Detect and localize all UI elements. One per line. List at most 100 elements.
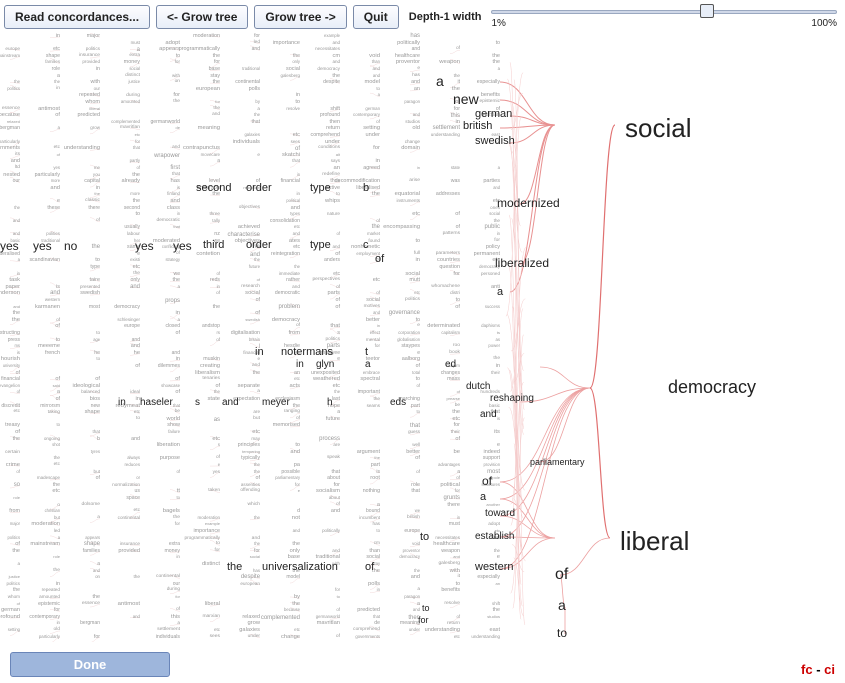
tree-leaf-word: in	[130, 555, 180, 560]
tree-leaf-word: the	[170, 305, 220, 310]
quit-button[interactable]: Quit	[353, 5, 399, 29]
tree-leaf-word: consolidation	[250, 219, 300, 224]
tree-word: swedish	[475, 136, 515, 147]
tree-leaf-word: for	[170, 60, 220, 65]
tree-leaf-word: etc	[250, 225, 300, 230]
tree-leaf-word: the	[210, 258, 260, 262]
tree-word: western	[475, 562, 514, 573]
tree-leaf-word: e	[450, 443, 500, 448]
tree-leaf-word: example	[170, 522, 220, 526]
tree-word: yes	[135, 240, 154, 252]
tree-leaf-word: motives	[330, 305, 380, 310]
grow-tree-left-button[interactable]: <- Grow tree	[156, 5, 248, 29]
tree-hub-word: of	[555, 567, 568, 583]
tree-leaf-word: etc	[290, 384, 340, 390]
tree-leaf-word: to	[410, 298, 460, 303]
tree-leaf-word: for	[410, 423, 460, 428]
tree-leaf-word: power	[450, 344, 500, 348]
tree-leaf-word: in	[0, 272, 20, 276]
tree-visualization[interactable]: inmajormoderationforexamplehasmustadoptl…	[0, 32, 845, 642]
tree-leaf-word: dolsome	[50, 503, 100, 508]
tree-word: the	[227, 562, 242, 573]
fc-label[interactable]: fc	[801, 662, 813, 677]
tree-word: of	[375, 254, 384, 265]
tree-word: b	[363, 183, 369, 194]
tree-leaf-word: shift	[450, 602, 500, 606]
tree-leaf-word: a	[130, 318, 180, 322]
tree-leaf-word: a	[450, 166, 500, 170]
tree-word: t	[365, 347, 368, 358]
tree-leaf-word: for	[130, 595, 180, 599]
tree-leaf-word: etc	[450, 199, 500, 204]
tree-leaf-word: book	[410, 351, 460, 356]
tree-leaf-word: dipole	[450, 476, 500, 480]
tree-leaf-word: about	[290, 496, 340, 500]
tree-leaf-word: especially	[450, 575, 500, 580]
tree-leaf-word: and	[130, 199, 180, 205]
tree-leaf-word: meaning	[170, 126, 220, 132]
tree-leaf-word: european	[210, 582, 260, 587]
tree-leaf-word: distinct	[170, 562, 220, 568]
tree-leaf-word: aalborg	[370, 357, 420, 363]
tree-leaf-word: of	[0, 470, 20, 474]
tree-leaf-word: parties	[450, 179, 500, 185]
tree-leaf-word: a	[330, 93, 380, 97]
footer-metrics: fc - ci	[801, 662, 835, 677]
tree-leaf-word: and	[90, 338, 140, 343]
tree-leaf-word: role	[10, 555, 60, 559]
tree-leaf-word: democracy	[450, 265, 500, 269]
tree-leaf-word: of	[130, 608, 180, 613]
tree-leaf-word: a	[0, 562, 20, 567]
tree-leaf-word: the	[250, 265, 300, 269]
tree-leaf-word: paragon	[370, 595, 420, 599]
tree-leaf-word: etc	[210, 430, 260, 436]
tree-leaf-word: the	[450, 357, 500, 362]
tree-leaf-word: the	[450, 60, 500, 65]
tree-leaf-word: to	[50, 357, 100, 361]
tree-leaf-word: of	[370, 384, 420, 388]
tree-word: and	[480, 410, 497, 420]
grow-tree-right-button[interactable]: Grow tree ->	[254, 5, 346, 29]
tree-leaf-word: studios	[450, 615, 500, 619]
tree-leaf-word: normalization	[90, 483, 140, 488]
tree-leaf-word: and	[210, 47, 260, 52]
tree-word: reshaping	[490, 394, 534, 404]
tree-leaf-word: europe	[370, 529, 420, 534]
tree-word: a	[365, 360, 371, 370]
tree-leaf-word: and	[450, 186, 500, 190]
read-concordances-button[interactable]: Read concordances...	[4, 5, 150, 29]
depth-width-slider[interactable]: 1% 100%	[487, 4, 841, 30]
tree-word: liberalized	[495, 257, 549, 269]
tree-leaf-word: model	[250, 575, 300, 580]
tree-leaf-word: adopt	[450, 522, 500, 527]
tree-leaf-word: the	[0, 549, 20, 555]
tree-leaf-word: partly	[90, 159, 140, 163]
tree-leaf-word: repeated	[10, 588, 60, 593]
tree-leaf-word: etc	[10, 463, 60, 468]
tree-leaf-word: and	[50, 569, 100, 573]
ci-label[interactable]: ci	[824, 662, 835, 677]
tree-word: german	[475, 109, 512, 120]
tree-leaf-word: pa	[250, 463, 300, 469]
tree-leaf-word: benefits	[410, 588, 460, 593]
tree-leaf-word: the	[0, 311, 20, 316]
tree-word: in	[296, 360, 304, 370]
tree-word: a	[480, 492, 486, 503]
slider-thumb[interactable]	[700, 4, 714, 18]
done-button[interactable]: Done	[10, 652, 170, 677]
tree-leaf-word: a	[10, 74, 60, 79]
tree-leaf-word: in	[90, 397, 140, 403]
tree-leaf-word: continental	[210, 80, 260, 85]
tree-leaf-word: and	[290, 41, 340, 46]
tree-leaf-word: liberalised	[330, 186, 380, 191]
tree-leaf-word: the	[10, 483, 60, 488]
tree-leaf-word: etc	[90, 133, 140, 137]
tree-leaf-word: democracy	[90, 305, 140, 310]
tree-leaf-word: another	[450, 503, 500, 507]
tree-leaf-word: distri	[410, 291, 460, 296]
tree-leaf-word: necessitates	[290, 47, 340, 51]
tree-word: for	[418, 616, 429, 625]
tree-leaf-word: moderation	[10, 522, 60, 528]
tree-leaf-word: whips	[290, 199, 340, 205]
tree-word: ed	[445, 360, 456, 370]
